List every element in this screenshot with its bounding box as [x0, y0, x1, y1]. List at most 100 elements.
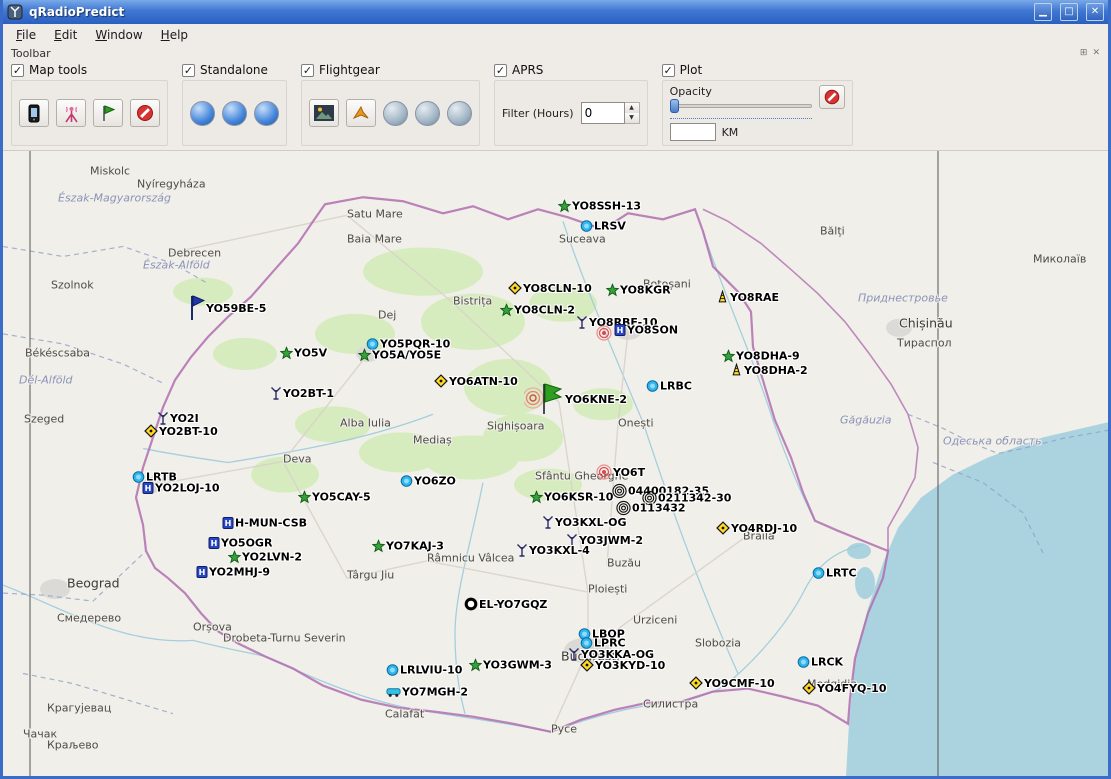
spin-up-icon[interactable]: ▲	[625, 103, 639, 113]
city-label: Bistrița	[453, 295, 492, 308]
aprs-station-yo5cay-5[interactable]: YO5CAY-5	[298, 491, 371, 504]
node-icon	[400, 475, 413, 488]
city-label: Urziceni	[633, 614, 677, 627]
minimize-button[interactable]: ▁	[1034, 3, 1052, 21]
opacity-slider[interactable]	[670, 98, 812, 114]
close-button[interactable]: ✕	[1086, 3, 1104, 21]
aprs-station-yo3kxl-og[interactable]: YO3KXL-OG	[542, 515, 627, 529]
aprs-station-yo2lvn-2[interactable]: YO2LVN-2	[228, 551, 302, 564]
aprs-station-el-yo7gqz[interactable]: EL-YO7GQZ	[464, 597, 547, 611]
maximize-button[interactable]: □	[1060, 3, 1078, 21]
checkbox-check-icon[interactable]: ✓	[662, 64, 675, 77]
flag-button[interactable]	[93, 99, 123, 127]
standalone-checkbox[interactable]: ✓ Standalone	[182, 63, 287, 77]
aprs-station-yo2mhj-9[interactable]: HYO2MHJ-9	[196, 566, 270, 579]
aprs-station-yo6t[interactable]: YO6T	[596, 464, 645, 480]
checkbox-check-icon[interactable]: ✓	[182, 64, 195, 77]
flightgear-checkbox[interactable]: ✓ Flightgear	[301, 63, 480, 77]
plot-checkbox[interactable]: ✓ Plot	[662, 63, 853, 77]
menu-file[interactable]: File	[7, 26, 45, 44]
km-unit-label: KM	[722, 126, 739, 139]
aprs-station-yo4rdj-10[interactable]: YO4RDJ-10	[716, 521, 797, 535]
antenna-icon	[568, 647, 580, 661]
digi-icon	[802, 681, 816, 695]
aprs-station-lrtc[interactable]: LRTC	[812, 567, 857, 580]
menu-help[interactable]: Help	[152, 26, 197, 44]
flightgear-image-button[interactable]	[309, 99, 339, 127]
toolbar-close-icon[interactable]: ✕	[1092, 48, 1100, 58]
aprs-checkbox[interactable]: ✓ APRS	[494, 63, 648, 77]
aprs-station-lrck[interactable]: LRCK	[797, 656, 843, 669]
map-canvas[interactable]: MiskolcNyíregyházaÉszak-MagyarországSatu…	[3, 151, 1108, 776]
opacity-slider-handle[interactable]	[670, 99, 679, 113]
aprs-station-yo7mgh-2[interactable]: YO7MGH-2	[386, 686, 468, 699]
standalone-button-3[interactable]	[254, 101, 279, 126]
menu-window[interactable]: Window	[86, 26, 151, 44]
aprs-station-yo8kgr[interactable]: YO8KGR	[606, 284, 671, 297]
city-label: Miskolc	[90, 165, 130, 178]
city-label: Dej	[378, 309, 396, 322]
aprs-station-yo4fyq-10[interactable]: YO4FYQ-10	[802, 681, 887, 695]
aprs-station-yo9cmf-10[interactable]: YO9CMF-10	[689, 676, 775, 690]
aprs-station-yo5ogr[interactable]: HYO5OGR	[208, 537, 272, 550]
aprs-station-yo5a-yo5e[interactable]: YO5A/YO5E	[358, 349, 441, 362]
standalone-button-2[interactable]	[222, 101, 247, 126]
aprs-station-yo8cln-10[interactable]: YO8CLN-10	[508, 281, 592, 295]
station-callsign-label: YO2LOJ-10	[155, 482, 220, 495]
aprs-station-h-mun-csb[interactable]: HH-MUN-CSB	[222, 517, 307, 530]
aprs-station-yo3gwm-3[interactable]: YO3GWM-3	[469, 659, 552, 672]
plot-clear-button[interactable]	[819, 85, 845, 109]
mobile-station-button[interactable]	[19, 99, 49, 127]
aprs-station-yo5v[interactable]: YO5V	[280, 347, 327, 360]
standalone-button-1[interactable]	[190, 101, 215, 126]
aprs-station-lrbc[interactable]: LRBC	[646, 380, 692, 393]
aprs-station-yo8cln-2[interactable]: YO8CLN-2	[500, 304, 575, 317]
checkbox-check-icon[interactable]: ✓	[494, 64, 507, 77]
building-icon: H	[196, 566, 208, 579]
aprs-station-yo6ksr-10[interactable]: YO6KSR-10	[530, 491, 613, 504]
station-callsign-label: YO7KAJ-3	[386, 540, 444, 553]
aprs-station-unnamed[interactable]	[596, 325, 612, 341]
flightgear-round-button-2[interactable]	[415, 101, 440, 126]
aprs-station-yo3kxl-4[interactable]: YO3KXL-4	[516, 543, 590, 557]
aprs-station-yo2bt-10[interactable]: YO2BT-10	[144, 424, 218, 438]
clear-button[interactable]	[130, 99, 160, 127]
filter-hours-input[interactable]	[581, 102, 625, 124]
city-label: Dél-Alföld	[19, 374, 73, 387]
spin-down-icon[interactable]: ▼	[625, 113, 639, 123]
aprs-station-yo59be-5[interactable]: YO59BE-5	[189, 295, 266, 321]
aprs-station-yo3kyd-10[interactable]: YO3KYD-10	[580, 658, 665, 672]
aprs-station-yo8dha-2[interactable]: YO8DHA-2	[730, 363, 808, 377]
station-callsign-label: YO7MGH-2	[402, 686, 468, 699]
toolbar-float-icon[interactable]: ⊞	[1080, 48, 1088, 58]
menu-edit[interactable]: Edit	[45, 26, 86, 44]
aprs-station-yo8dha-9[interactable]: YO8DHA-9	[722, 350, 800, 363]
aprs-station-yo6kne-2[interactable]: YO6KNE-2	[524, 382, 627, 416]
aprs-station-yo6atn-10[interactable]: YO6ATN-10	[434, 374, 518, 388]
aprs-station-yo2loj-10[interactable]: HYO2LOJ-10	[142, 482, 220, 495]
aprs-station-yo7kaj-3[interactable]: YO7KAJ-3	[372, 540, 444, 553]
map-tools-checkbox[interactable]: ✓ Map tools	[11, 63, 168, 77]
aprs-station-yo6zo[interactable]: YO6ZO	[400, 475, 456, 488]
ground-station-button[interactable]	[56, 99, 86, 127]
aprs-station-yo2i[interactable]: YO2I	[157, 411, 199, 425]
aprs-station-yo8rae[interactable]: YO8RAE	[716, 290, 779, 304]
station-callsign-label: YO6ATN-10	[449, 375, 518, 388]
aprs-station-0113432[interactable]: 0113432	[616, 501, 686, 516]
checkbox-check-icon[interactable]: ✓	[301, 64, 314, 77]
aprs-station-lrlviu-10[interactable]: LRLVIU-10	[386, 664, 462, 677]
flightgear-aircraft-button[interactable]	[346, 99, 376, 127]
checkbox-check-icon[interactable]: ✓	[11, 64, 24, 77]
station-callsign-label: YO8DHA-9	[736, 350, 800, 363]
aprs-station-yo8ssh-13[interactable]: YO8SSH-13	[558, 200, 641, 213]
star-icon	[298, 491, 311, 504]
titlebar[interactable]: qRadioPredict ▁ □ ✕	[3, 0, 1108, 24]
flightgear-label: Flightgear	[319, 63, 380, 77]
aprs-station-yo8son[interactable]: HYO8SON	[614, 324, 678, 337]
flightgear-round-button-1[interactable]	[383, 101, 408, 126]
aprs-station-lrsv[interactable]: LRSV	[580, 220, 626, 233]
flightgear-round-button-3[interactable]	[447, 101, 472, 126]
aprs-station-yo2bt-1[interactable]: YO2BT-1	[270, 386, 334, 400]
city-label: Chișinău	[899, 316, 953, 331]
distance-km-input[interactable]	[670, 123, 716, 141]
